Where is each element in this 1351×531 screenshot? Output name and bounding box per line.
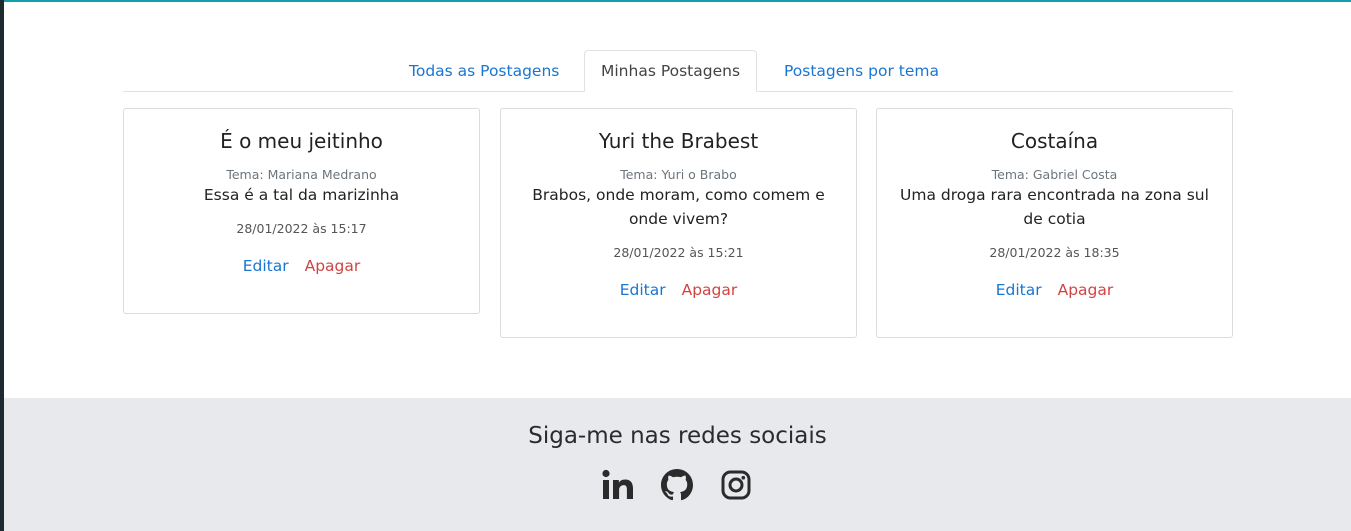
- post-theme: Tema: Yuri o Brabo: [620, 167, 737, 182]
- post-card: Costaína Tema: Gabriel Costa Uma droga r…: [876, 108, 1233, 338]
- footer: Siga-me nas redes sociais: [4, 398, 1351, 531]
- post-title: É o meu jeitinho: [220, 129, 383, 153]
- post-title: Yuri the Brabest: [598, 129, 759, 153]
- post-theme: Tema: Gabriel Costa: [991, 167, 1118, 182]
- post-card: É o meu jeitinho Tema: Mariana Medrano E…: [123, 108, 480, 314]
- post-actions: Editar Apagar: [895, 278, 1214, 302]
- delete-post-link[interactable]: Apagar: [1058, 278, 1114, 302]
- post-tabs: Todas as Postagens Minhas Postagens Post…: [123, 50, 1233, 92]
- post-text: Essa é a tal da marizinha: [203, 186, 400, 204]
- linkedin-icon[interactable]: [601, 468, 635, 502]
- post-actions: Editar Apagar: [142, 254, 461, 278]
- post-actions: Editar Apagar: [519, 278, 838, 302]
- edit-post-link[interactable]: Editar: [620, 278, 666, 302]
- tab-postagens-por-tema[interactable]: Postagens por tema: [768, 50, 955, 92]
- instagram-icon[interactable]: [719, 468, 753, 502]
- edit-post-link[interactable]: Editar: [996, 278, 1042, 302]
- post-title: Costaína: [1010, 129, 1099, 153]
- github-icon[interactable]: [660, 468, 694, 502]
- delete-post-link[interactable]: Apagar: [682, 278, 738, 302]
- post-theme: Tema: Mariana Medrano: [226, 167, 377, 182]
- tab-minhas-postagens[interactable]: Minhas Postagens: [584, 50, 758, 92]
- edit-post-link[interactable]: Editar: [243, 254, 289, 278]
- tab-todas-postagens[interactable]: Todas as Postagens: [393, 50, 575, 92]
- post-text: Uma droga rara encontrada na zona sul de…: [900, 186, 1209, 228]
- footer-title: Siga-me nas redes sociais: [528, 423, 827, 449]
- post-card: Yuri the Brabest Tema: Yuri o Brabo Brab…: [500, 108, 857, 338]
- post-text: Brabos, onde moram, como comem e onde vi…: [532, 186, 825, 228]
- post-date: 28/01/2022 às 18:35: [989, 245, 1120, 260]
- post-date: 28/01/2022 às 15:17: [236, 221, 367, 236]
- top-accent-bar: [0, 0, 1351, 2]
- delete-post-link[interactable]: Apagar: [305, 254, 361, 278]
- post-date: 28/01/2022 às 15:21: [613, 245, 744, 260]
